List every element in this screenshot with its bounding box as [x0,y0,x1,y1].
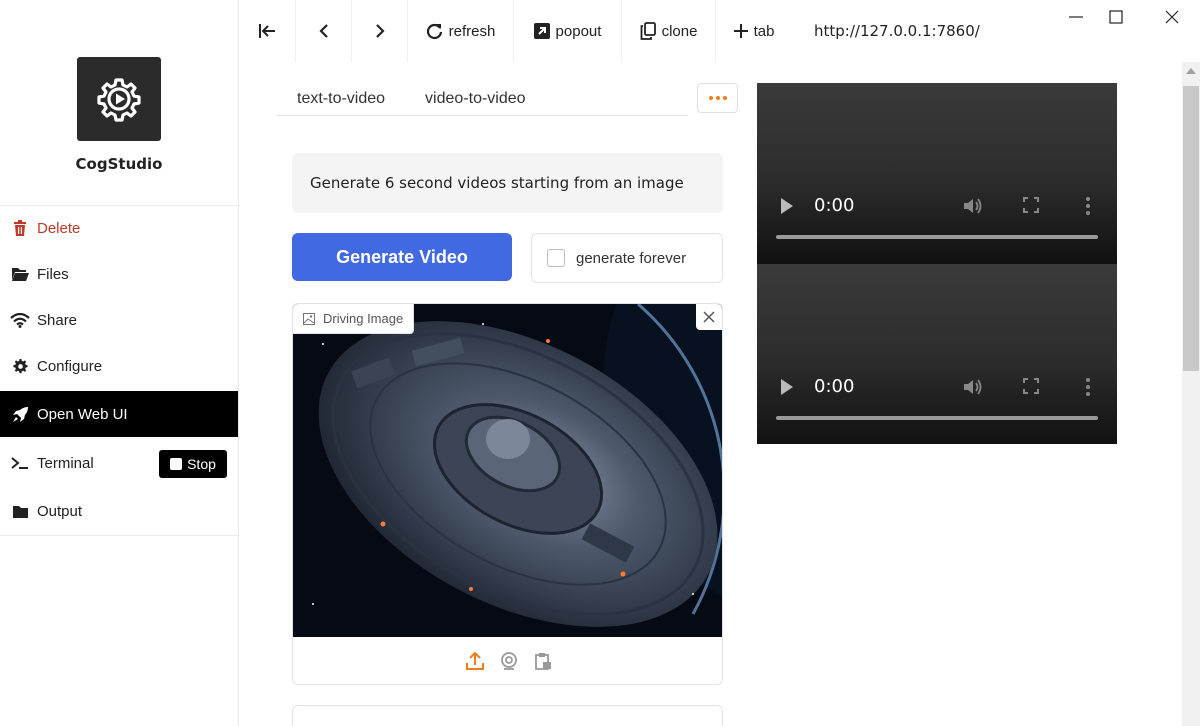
url-display[interactable]: http://127.0.0.1:7860/ [814,22,980,40]
driving-image-panel: Driving Image [292,303,723,685]
popout-button[interactable]: popout [514,0,622,62]
more-vertical-icon[interactable] [1085,196,1091,216]
sidebar-item-label: Open Web UI [37,405,128,423]
sidebar-item-delete[interactable]: Delete [0,205,238,251]
sidebar-item-label: Share [37,311,78,329]
divider [0,535,238,536]
back-button[interactable] [296,0,352,62]
webcam-button[interactable] [499,651,519,671]
play-icon[interactable] [781,198,793,214]
clone-label: clone [661,22,698,40]
sidebar-item-label: Terminal [37,454,94,472]
folder-icon [10,501,30,521]
new-tab-button[interactable]: tab [716,0,792,62]
scrollbar-thumb[interactable] [1183,86,1199,371]
sidebar: CogStudio Delete Files Share Configure O… [0,0,239,726]
sidebar-item-files[interactable]: Files [0,251,238,297]
app-name: CogStudio [75,155,163,173]
image-source-toolbar [293,637,722,684]
trash-icon [10,218,30,238]
paste-clipboard-button[interactable] [533,651,553,671]
minimize-icon [1069,16,1083,18]
sidebar-item-open-web-ui[interactable]: Open Web UI [0,391,238,437]
next-panel-partial [292,705,723,726]
video-time: 0:00 [814,195,855,216]
scroll-up-arrow-icon[interactable] [1186,68,1196,74]
generate-video-button[interactable]: Generate Video [292,233,512,281]
refresh-icon [426,23,442,39]
video-player-2[interactable]: 0:00 [757,264,1117,444]
maximize-button[interactable] [1088,4,1144,30]
sidebar-item-output[interactable]: Output [0,488,238,534]
volume-icon[interactable] [963,377,985,397]
popout-label: popout [555,22,602,40]
folder-open-icon [10,264,30,284]
driving-image-label-text: Driving Image [323,311,404,326]
driving-image-label: Driving Image [293,304,415,334]
description-banner: Generate 6 second videos starting from a… [292,153,723,213]
exit-left-icon [258,24,275,38]
chevron-left-icon [318,24,328,38]
more-tabs-button[interactable] [697,83,738,113]
close-icon [1165,10,1179,24]
image-icon [303,312,315,325]
generate-forever-checkbox[interactable]: generate forever [531,233,723,283]
sidebar-item-configure[interactable]: Configure [0,343,238,389]
plus-icon [733,24,748,38]
play-icon[interactable] [781,379,793,395]
clone-icon [640,22,656,40]
tab-label: tab [753,22,775,40]
sidebar-item-label: Output [37,502,83,520]
webcam-icon [500,652,517,670]
rocket-icon [10,404,30,424]
tab-text-to-video[interactable]: text-to-video [277,80,405,115]
stop-icon [170,458,183,470]
more-vertical-icon[interactable] [1085,377,1091,397]
refresh-button[interactable]: refresh [408,0,514,62]
terminal-icon [10,453,30,473]
sidebar-item-share[interactable]: Share [0,297,238,343]
tab-video-to-video[interactable]: video-to-video [405,80,546,115]
volume-icon[interactable] [963,196,985,216]
video-progress-bar[interactable] [776,235,1098,239]
forward-button[interactable] [352,0,408,62]
dot-icon [722,96,727,100]
popout-icon [533,23,550,39]
upload-icon [465,652,484,670]
gear-icon [10,356,30,376]
chevron-right-icon [375,24,385,38]
fullscreen-icon[interactable] [1023,197,1039,213]
sidebar-item-label: Configure [37,357,103,375]
video-player-1[interactable]: 0:00 [757,83,1117,263]
app-window: CogStudio Delete Files Share Configure O… [0,0,1200,726]
refresh-label: refresh [448,22,496,40]
close-icon [703,311,715,323]
clone-button[interactable]: clone [622,0,716,62]
upload-button[interactable] [465,651,485,671]
mode-tabs: text-to-video video-to-video [277,80,688,116]
clear-image-button[interactable] [696,304,722,330]
gear-play-icon [97,78,141,122]
wifi-icon [10,310,30,330]
checkbox-box[interactable] [547,249,565,267]
sidebar-item-label: Files [37,265,69,283]
video-time: 0:00 [814,376,855,397]
stop-label: Stop [187,456,216,472]
stop-button[interactable]: Stop [159,450,227,478]
app-logo [77,57,161,141]
dot-icon [708,96,713,100]
video-progress-bar[interactable] [776,416,1098,420]
generate-forever-label: generate forever [576,249,687,267]
spaceship-image[interactable] [293,304,723,637]
video-outputs: 0:00 0:00 [757,83,1117,444]
dot-icon [715,96,720,100]
fullscreen-icon[interactable] [1023,378,1039,394]
sidebar-item-label: Delete [37,219,81,237]
clipboard-icon [534,653,551,670]
maximize-icon [1109,10,1123,24]
back-to-sidebar-button[interactable] [240,0,296,62]
close-window-button[interactable] [1144,4,1200,30]
